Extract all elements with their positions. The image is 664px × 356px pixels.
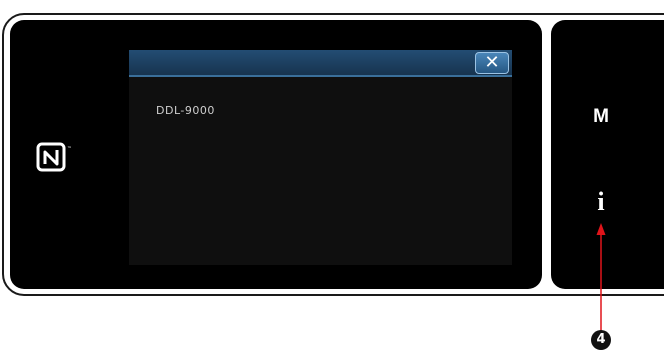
model-info-popup: ✕ DDL-9000 — [129, 50, 512, 265]
nfc-icon[interactable]: ™ — [35, 141, 85, 175]
popup-title-bar: ✕ — [129, 50, 512, 77]
svg-text:™: ™ — [67, 146, 72, 152]
mode-key[interactable]: M — [586, 105, 616, 129]
page: ✕ DDL-9000 ™ M i 4 — [0, 0, 664, 356]
callout-number: 4 — [591, 330, 611, 350]
close-button[interactable]: ✕ — [475, 52, 509, 74]
info-icon: i — [597, 187, 605, 216]
info-key[interactable]: i — [586, 187, 616, 217]
model-name-label: DDL-9000 — [156, 104, 215, 117]
close-icon: ✕ — [484, 52, 500, 73]
